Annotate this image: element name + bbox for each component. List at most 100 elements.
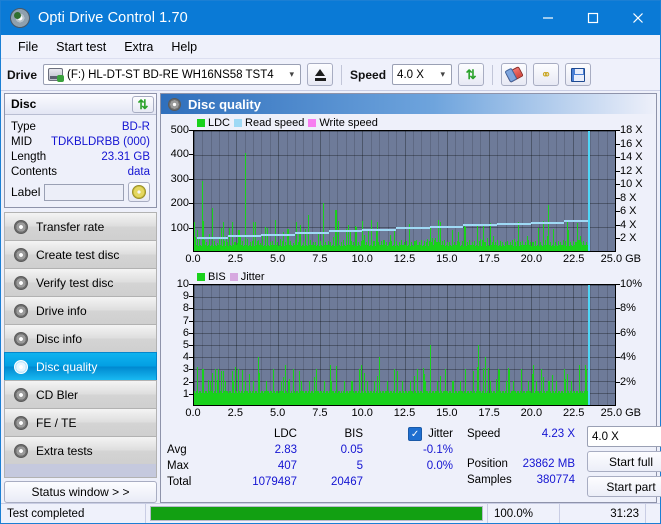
erase-button[interactable] — [501, 63, 527, 86]
sidebar-item-transfer-rate[interactable]: Transfer rate — [4, 212, 157, 240]
refresh-button[interactable]: ⇅ — [458, 63, 484, 86]
y-tick-label: 6 — [183, 327, 189, 339]
start-part-button[interactable]: Start part — [587, 476, 661, 497]
stats-max-jitter: 0.0% — [363, 460, 453, 472]
x-tick-label: 12.5 — [394, 253, 415, 265]
grid-line — [219, 131, 220, 251]
grid-line — [379, 131, 380, 251]
disc-row-type: Type BD-R — [11, 119, 150, 134]
y2-tick-label: 6% — [620, 327, 636, 339]
scan-position-label: Position — [467, 458, 519, 470]
y-tick-label: 500 — [171, 124, 189, 136]
stats-total-ldc: 1079487 — [225, 476, 297, 488]
resize-grip-icon[interactable] — [646, 504, 660, 523]
scan-samples-row: Samples 380774 — [467, 472, 579, 488]
disc-mid-label: MID — [11, 136, 32, 148]
grid-line — [194, 131, 615, 132]
menu-item-extra[interactable]: Extra — [115, 37, 162, 57]
status-window-button[interactable]: Status window > > — [4, 481, 157, 503]
drive-label: Drive — [7, 68, 37, 82]
disc-mid-value: TDKBLDRBB (000) — [51, 136, 150, 148]
grid-line — [581, 131, 582, 251]
settings-button[interactable]: ⚭ — [533, 63, 559, 86]
sidebar-item-verify-test-disc[interactable]: Verify test disc — [4, 268, 157, 296]
save-button[interactable] — [565, 63, 591, 86]
bis-chart-plot — [193, 284, 616, 406]
y2-tick-label: 16 X — [620, 138, 643, 150]
menu-item-start-test[interactable]: Start test — [47, 37, 115, 57]
grid-line — [194, 321, 615, 322]
scan-speed-select[interactable]: 4.0 X ▾ — [587, 426, 661, 447]
disc-icon — [14, 332, 28, 346]
sidebar-item-extra-tests[interactable]: Extra tests — [4, 436, 157, 464]
content-area: Disc ⇅ Type BD-R MID TDKBLDRBB (000) Len… — [1, 91, 660, 503]
minimize-icon[interactable] — [525, 1, 570, 35]
grid-line — [522, 131, 523, 251]
y-tick-label: 100 — [171, 222, 189, 234]
disc-icon — [14, 276, 28, 290]
stats-row-avg: Avg 2.83 0.05 -0.1% — [167, 442, 457, 458]
ldc-chart-legend: LDC Read speed Write speed — [197, 117, 378, 129]
sidebar-item-create-test-disc[interactable]: Create test disc — [4, 240, 157, 268]
x-tick-label: 2.5 — [228, 253, 243, 265]
disc-label-input[interactable] — [44, 184, 124, 201]
sidebar-spacer — [4, 464, 157, 478]
disc-panel: Disc ⇅ Type BD-R MID TDKBLDRBB (000) Len… — [4, 93, 157, 208]
disc-type-value: BD-R — [122, 121, 150, 133]
stats-max-ldc: 407 — [225, 460, 297, 472]
read-speed-line — [295, 232, 329, 234]
x-tick-label: 5.0 — [270, 407, 285, 419]
elapsed-time: 31:23 — [560, 504, 646, 523]
sidebar-item-disc-info[interactable]: Disc info — [4, 324, 157, 352]
menu-item-file[interactable]: File — [9, 37, 47, 57]
sidebar-item-label: FE / TE — [36, 416, 76, 430]
grid-line — [194, 297, 615, 298]
maximize-icon[interactable] — [570, 1, 615, 35]
x-tick-label: 25.0 GB — [601, 407, 641, 419]
disc-type-label: Type — [11, 121, 36, 133]
sidebar-item-cd-bler[interactable]: CD Bler — [4, 380, 157, 408]
read-speed-line — [564, 220, 588, 222]
legend-swatch-icon — [308, 119, 316, 127]
sidebar-item-fe-te[interactable]: FE / TE — [4, 408, 157, 436]
close-icon[interactable] — [615, 1, 660, 35]
eject-button[interactable] — [307, 63, 333, 86]
x-tick-label: 10.0 — [351, 253, 372, 265]
legend-item: Write speed — [308, 117, 378, 129]
legend-swatch-icon — [197, 119, 205, 127]
stats-header-bis: BIS — [297, 428, 363, 440]
legend-item: BIS — [197, 271, 226, 283]
grid-line — [447, 131, 448, 251]
jitter-toggle[interactable]: ✓ Jitter — [363, 427, 453, 441]
speed-select[interactable]: 4.0 X ▾ — [392, 64, 452, 85]
disc-panel-title: Disc — [11, 97, 36, 111]
start-full-button[interactable]: Start full — [587, 451, 661, 472]
page-title: Disc quality — [188, 97, 261, 112]
sidebar-item-label: Drive info — [36, 304, 87, 318]
disc-refresh-button[interactable]: ⇅ — [132, 96, 154, 113]
drive-select[interactable]: (F:) HL-DT-ST BD-RE WH16NS58 TST4 ▾ — [43, 64, 301, 85]
x-tick-label: 15.0 — [436, 407, 457, 419]
y-tick-label: 400 — [171, 148, 189, 160]
y-tick-label: 1 — [183, 388, 189, 400]
sidebar-item-disc-quality[interactable]: Disc quality — [4, 352, 157, 380]
grid-line — [194, 285, 615, 286]
disc-label-button[interactable] — [128, 182, 150, 202]
disc-info-rows: Type BD-R MID TDKBLDRBB (000) Length 23.… — [5, 115, 156, 207]
grid-line — [388, 131, 389, 251]
save-icon — [571, 68, 585, 82]
legend-label: BIS — [208, 271, 226, 283]
y2-tick-label: 8% — [620, 302, 636, 314]
y-tick-label: 10 — [177, 278, 189, 290]
x-tick-label: 0.0 — [185, 253, 200, 265]
sidebar-item-drive-info[interactable]: Drive info — [4, 296, 157, 324]
ldc-chart-plot — [193, 130, 616, 252]
jitter-checkbox[interactable]: ✓ — [408, 427, 422, 441]
scan-position-value: 23862 MB — [519, 458, 579, 470]
legend-label: LDC — [208, 117, 230, 129]
toolbar-divider — [341, 65, 342, 85]
read-speed-line — [261, 234, 295, 236]
menu-item-help[interactable]: Help — [162, 37, 206, 57]
sidebar-item-label: Disc quality — [36, 360, 97, 374]
grid-line — [405, 131, 406, 251]
